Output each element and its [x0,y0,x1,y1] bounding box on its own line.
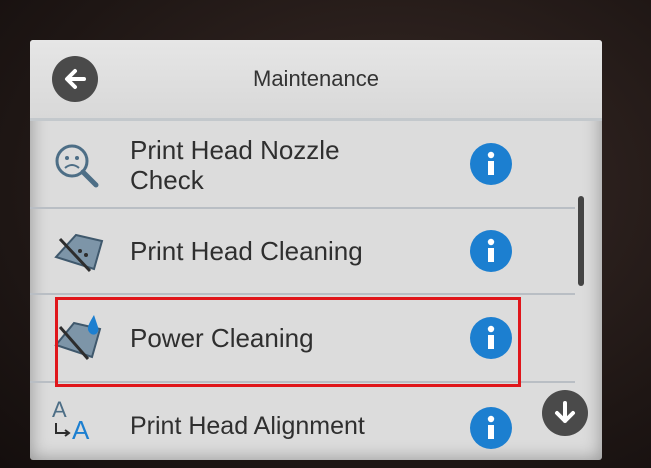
info-icon [487,151,495,175]
page-title: Maintenance [253,66,379,91]
scroll-down-button[interactable] [542,390,588,436]
list-item-head-alignment[interactable]: A A Print Head Alignment [30,383,575,460]
head-alignment-icon: A A [52,397,90,445]
arrow-left-icon [65,69,86,89]
info-button[interactable] [470,230,512,272]
back-button[interactable] [52,56,98,102]
label-line-1: Print Head Nozzle [130,135,340,165]
label-line-2: Check [130,165,204,195]
arrow-down-icon [555,401,575,423]
info-button[interactable] [470,407,512,449]
nozzle-check-icon [55,144,99,188]
info-icon [487,415,495,439]
list-item-label: Print Head Alignment [130,412,365,440]
head-cleaning-icon [54,233,104,273]
highlight-annotation [55,297,521,387]
list-item-head-cleaning[interactable]: Print Head Cleaning [30,209,575,295]
svg-text:A: A [52,397,67,422]
header-bar: Maintenance [30,40,602,121]
scrollbar-thumb[interactable] [578,196,584,286]
list-item-label: Print Head Nozzle Check [130,135,340,195]
printer-screen: Maintenance Print Head Nozzle Check Prin… [30,40,602,460]
list-item-label: Print Head Cleaning [130,236,363,266]
info-button[interactable] [470,143,512,185]
list-item-nozzle-check[interactable]: Print Head Nozzle Check [30,121,575,209]
svg-text:A: A [72,415,90,445]
info-icon [487,238,495,262]
